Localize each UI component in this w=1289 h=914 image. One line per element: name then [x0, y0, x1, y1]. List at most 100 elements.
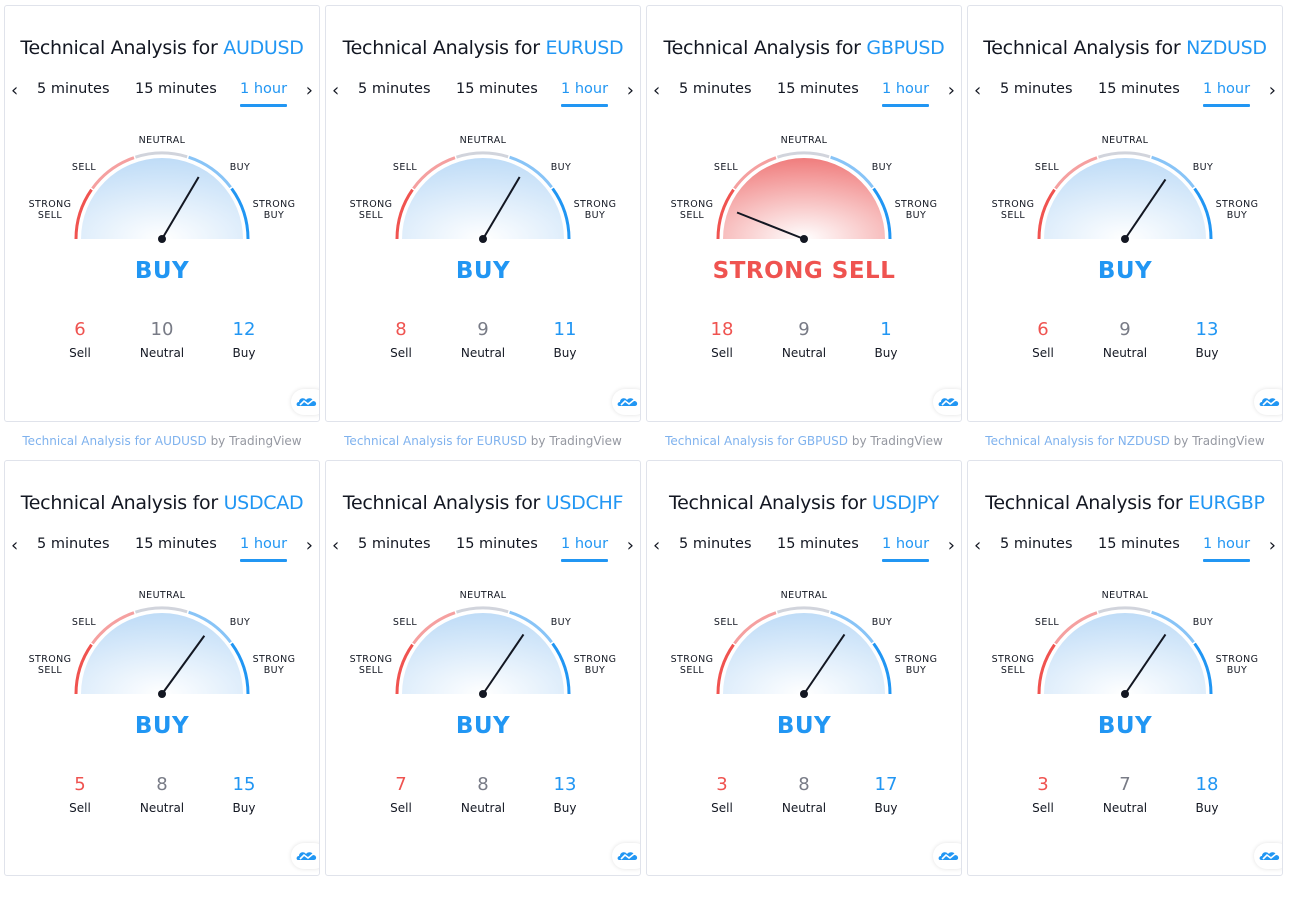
count-neutral: 7 Neutral [1085, 773, 1165, 815]
footer-link[interactable]: Technical Analysis for AUDUSD [22, 434, 206, 448]
tab-15-minutes[interactable]: 15 minutes [777, 536, 859, 552]
chevron-left-icon[interactable]: ‹ [974, 537, 981, 555]
gauge-label-strong-buy: STRONG BUY [893, 654, 939, 676]
tradingview-logo-button[interactable] [933, 843, 961, 869]
tab-5-minutes[interactable]: 5 minutes [358, 81, 431, 97]
gauge-label-strong-buy: STRONG BUY [251, 199, 297, 221]
chevron-left-icon[interactable]: ‹ [332, 82, 339, 100]
tab-5-minutes[interactable]: 5 minutes [37, 81, 110, 97]
indicator-counts: 6 Sell 10 Neutral 12 Buy [5, 318, 319, 368]
symbol-link[interactable]: AUDUSD [223, 37, 304, 59]
tab-1-hour[interactable]: 1 hour [1203, 81, 1251, 107]
tab-1-hour[interactable]: 1 hour [561, 81, 609, 107]
widget-title: Technical Analysis for USDCAD [5, 492, 319, 514]
footer-link[interactable]: Technical Analysis for EURUSD [344, 434, 527, 448]
chevron-right-icon[interactable]: › [1269, 537, 1276, 555]
buy-count-value: 12 [232, 319, 256, 340]
chevron-left-icon[interactable]: ‹ [974, 82, 981, 100]
tab-1-hour[interactable]: 1 hour [240, 81, 288, 107]
symbol-link[interactable]: EURUSD [545, 37, 623, 59]
tab-15-minutes[interactable]: 15 minutes [135, 81, 217, 97]
label-line: STRONG [573, 199, 617, 210]
tab-1-hour[interactable]: 1 hour [561, 536, 609, 562]
tab-15-minutes[interactable]: 15 minutes [456, 536, 538, 552]
symbol-link[interactable]: EURGBP [1188, 492, 1265, 514]
gauge-needle-pivot [800, 235, 808, 243]
tradingview-logo-button[interactable] [933, 389, 961, 415]
tradingview-logo-button[interactable] [291, 843, 319, 869]
count-sell: 6 Sell [40, 318, 120, 360]
buy-count-label: Buy [874, 801, 898, 815]
tab-5-minutes[interactable]: 5 minutes [679, 81, 752, 97]
gauge-label-strong-sell: STRONG SELL [990, 654, 1036, 676]
chevron-right-icon[interactable]: › [1269, 82, 1276, 100]
count-neutral: 10 Neutral [122, 318, 202, 360]
gauge-label-neutral: NEUTRAL [459, 135, 507, 146]
gauge-fill [723, 158, 885, 239]
tab-5-minutes[interactable]: 5 minutes [37, 536, 110, 552]
tab-5-minutes[interactable]: 5 minutes [1000, 536, 1073, 552]
tab-1-hour[interactable]: 1 hour [882, 81, 930, 107]
count-buy: 18 Buy [1167, 773, 1247, 815]
gauge-label-strong-buy: STRONG BUY [1214, 199, 1260, 221]
symbol-link[interactable]: NZDUSD [1186, 37, 1267, 59]
tradingview-logo-button[interactable] [291, 389, 319, 415]
symbol-link[interactable]: GBPUSD [866, 37, 944, 59]
technical-analysis-widget: Technical Analysis for EURGBP ‹ 5 minute… [967, 460, 1283, 876]
widget-title: Technical Analysis for NZDUSD [968, 37, 1282, 59]
active-tab-indicator [882, 104, 930, 107]
tab-1-hour[interactable]: 1 hour [882, 536, 930, 562]
tab-15-minutes[interactable]: 15 minutes [456, 81, 538, 97]
chevron-left-icon[interactable]: ‹ [11, 82, 18, 100]
tab-5-minutes[interactable]: 5 minutes [358, 536, 431, 552]
gauge-fill [402, 158, 564, 239]
symbol-link[interactable]: USDCAD [224, 492, 304, 514]
footer-link[interactable]: Technical Analysis for GBPUSD [665, 434, 848, 448]
count-neutral: 9 Neutral [764, 318, 844, 360]
gauge-label-strong-sell: STRONG SELL [27, 654, 73, 676]
tab-5-minutes[interactable]: 5 minutes [1000, 81, 1073, 97]
label-line: SELL [37, 210, 63, 221]
chevron-left-icon[interactable]: ‹ [653, 537, 660, 555]
chevron-right-icon[interactable]: › [627, 82, 634, 100]
tradingview-logo-button[interactable] [612, 843, 640, 869]
footer-link[interactable]: Technical Analysis for NZDUSD [985, 434, 1170, 448]
symbol-link[interactable]: USDCHF [546, 492, 624, 514]
tab-15-minutes[interactable]: 15 minutes [135, 536, 217, 552]
tab-1-hour[interactable]: 1 hour [1203, 536, 1251, 562]
symbol-link[interactable]: USDJPY [872, 492, 939, 514]
arc-neutral [1097, 151, 1151, 159]
gauge-label-sell: SELL [1034, 162, 1060, 173]
tab-1-hour[interactable]: 1 hour [240, 536, 288, 562]
tab-5-minutes[interactable]: 5 minutes [679, 536, 752, 552]
sell-count-value: 6 [1037, 319, 1049, 340]
label-line: BUY [1226, 210, 1248, 221]
chevron-left-icon[interactable]: ‹ [11, 537, 18, 555]
chevron-right-icon[interactable]: › [948, 82, 955, 100]
tradingview-logo-button[interactable] [612, 389, 640, 415]
gauge-label-neutral: NEUTRAL [1101, 590, 1149, 601]
chevron-right-icon[interactable]: › [306, 537, 313, 555]
gauge-needle-pivot [158, 690, 166, 698]
neutral-count-value: 10 [150, 319, 174, 340]
chevron-right-icon[interactable]: › [627, 537, 634, 555]
tradingview-logo-button[interactable] [1254, 843, 1282, 869]
active-tab-indicator [1203, 559, 1251, 562]
widget-usdcad: Technical Analysis for USDCAD ‹ 5 minute… [4, 460, 320, 914]
chevron-right-icon[interactable]: › [948, 537, 955, 555]
tab-15-minutes[interactable]: 15 minutes [1098, 536, 1180, 552]
tradingview-logo-button[interactable] [1254, 389, 1282, 415]
title-prefix: Technical Analysis for [669, 492, 872, 514]
chevron-left-icon[interactable]: ‹ [332, 537, 339, 555]
sell-count-value: 3 [716, 774, 728, 795]
label-line: STRONG [1215, 654, 1259, 665]
tab-15-minutes[interactable]: 15 minutes [777, 81, 859, 97]
chevron-left-icon[interactable]: ‹ [653, 82, 660, 100]
gauge-label-neutral: NEUTRAL [138, 135, 186, 146]
neutral-count-value: 8 [477, 774, 489, 795]
tab-15-minutes[interactable]: 15 minutes [1098, 81, 1180, 97]
buy-count-value: 18 [1195, 774, 1219, 795]
widget-nzdusd: Technical Analysis for NZDUSD ‹ 5 minute… [967, 5, 1283, 460]
chevron-right-icon[interactable]: › [306, 82, 313, 100]
sentiment-gauge: STRONG SELL SELL NEUTRAL BUY STRONG BUY [968, 571, 1282, 701]
